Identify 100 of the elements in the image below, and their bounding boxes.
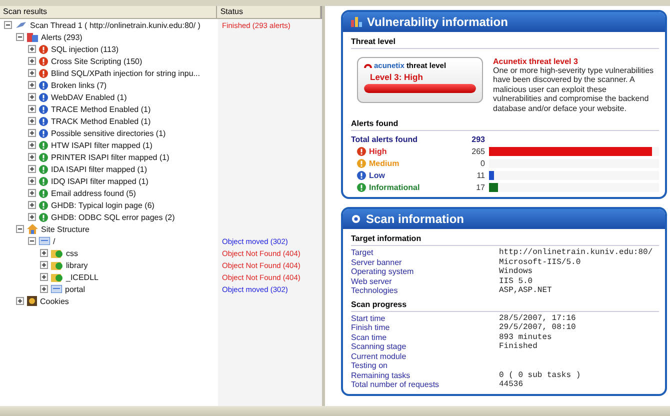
tree-item-label[interactable]: Scan Thread 1 ( http://onlinetrain.kuniv.edu:80/ ): [30, 20, 200, 30]
tree-item-label[interactable]: Site Structure: [41, 224, 90, 234]
expand-icon[interactable]: [28, 105, 36, 113]
expand-icon[interactable]: [28, 93, 36, 101]
tree-item-label[interactable]: GHDB: ODBC SQL error pages (2): [51, 212, 175, 222]
info-value: Microsoft-IIS/5.0: [499, 258, 581, 267]
tree-item-label[interactable]: _ICEDLL: [66, 272, 98, 282]
tree-item-label[interactable]: Blind SQL/XPath injection for string inpu...: [51, 68, 200, 78]
alert-icon: [357, 182, 366, 192]
tree-item-label[interactable]: SQL injection (113): [51, 44, 119, 54]
info-label: Scanning stage: [351, 342, 408, 352]
tree-item-label[interactable]: Cookies: [40, 296, 69, 306]
tree-item-label[interactable]: IDA ISAPI filter mapped (1): [51, 164, 148, 174]
alert-icon: [39, 176, 48, 186]
threat-title: Acunetix threat level 3: [493, 57, 579, 66]
expand-icon[interactable]: [28, 81, 36, 89]
collapse-icon[interactable]: [16, 33, 24, 41]
tree-item-label[interactable]: Cross Site Scripting (150): [51, 56, 142, 66]
alert-icon: [357, 170, 366, 180]
alert-icon: [39, 56, 48, 66]
tree-item-label[interactable]: portal: [65, 284, 86, 294]
tree-item-label[interactable]: Broken links (7): [51, 80, 107, 90]
expand-icon[interactable]: [28, 129, 36, 137]
alert-icon: [39, 200, 48, 210]
alert-icon: [39, 140, 48, 150]
card-title: Vulnerability information: [367, 15, 508, 29]
tree-item-label[interactable]: TRACK Method Enabled (1): [51, 116, 151, 126]
expand-icon[interactable]: [40, 261, 48, 269]
tree-item-label[interactable]: /: [53, 236, 56, 246]
folder-icon: [51, 248, 63, 258]
expand-icon[interactable]: [28, 189, 36, 197]
expand-icon[interactable]: [40, 249, 48, 257]
expand-icon[interactable]: [28, 141, 36, 149]
info-value: 44536: [499, 380, 524, 390]
info-value: 893 minutes: [499, 332, 552, 342]
tree-item-label[interactable]: TRACE Method Enabled (1): [51, 104, 151, 114]
tree-item-label[interactable]: Alerts (293): [41, 32, 82, 42]
alerts-icon: [27, 32, 38, 42]
tree-item-label[interactable]: PRINTER ISAPI filter mapped (1): [51, 152, 170, 162]
info-label: Current module: [351, 352, 408, 361]
expand-icon[interactable]: [28, 201, 36, 209]
folder-icon: [51, 272, 63, 282]
info-label: Server banner: [351, 258, 403, 267]
alert-icon: [39, 188, 48, 198]
info-label: Remaining tasks: [351, 370, 412, 380]
info-label: Target: [351, 248, 374, 258]
threat-description: One or more high-severity type vulnerabilities have been discovered by the scanner. A malicious user can exploit these vulnerabilities and compromise the backend database and/or deface your website.: [493, 66, 655, 114]
tree-item-label[interactable]: css: [66, 248, 78, 258]
column-header[interactable]: Scan results: [0, 6, 218, 18]
info-label: Web server: [351, 276, 393, 286]
info-value: 0 ( 0 sub tasks ): [499, 370, 581, 380]
alert-count: 0: [480, 158, 485, 168]
total-count: 293: [470, 134, 485, 144]
severity-label: High: [369, 146, 387, 156]
info-value: ASP,ASP.NET: [499, 286, 552, 296]
info-label: Technologies: [351, 286, 399, 296]
collapse-icon[interactable]: [28, 237, 36, 245]
alert-icon: [39, 104, 48, 114]
section-title: Alerts found: [351, 117, 659, 132]
collapse-icon[interactable]: [4, 21, 12, 29]
tree-item-label[interactable]: Email address found (5): [51, 188, 136, 198]
info-label: Finish time: [351, 323, 391, 332]
tree-item-label[interactable]: library: [66, 260, 88, 270]
chart-icon: [351, 17, 362, 27]
expand-icon[interactable]: [40, 273, 48, 281]
column-header[interactable]: Status: [217, 6, 321, 18]
info-label: Testing on: [351, 361, 388, 370]
expand-icon[interactable]: [28, 177, 36, 185]
section-title: Scan progress: [351, 298, 659, 312]
severity-label: Informational: [369, 182, 420, 192]
cookies-icon: [27, 296, 37, 306]
collapse-icon[interactable]: [16, 225, 24, 233]
expand-icon[interactable]: [28, 45, 36, 53]
expand-icon[interactable]: [16, 297, 24, 305]
alert-icon: [39, 164, 48, 174]
info-label: Start time: [351, 314, 386, 323]
alert-count: 17: [475, 182, 485, 192]
info-value: IIS 5.0: [499, 276, 533, 286]
expand-icon[interactable]: [28, 153, 36, 161]
card-title: Scan information: [366, 212, 464, 226]
tree-item-label[interactable]: WebDAV Enabled (1): [51, 92, 127, 102]
alert-icon: [39, 68, 48, 78]
severity-label: Medium: [369, 158, 400, 168]
tree-item-label[interactable]: IDQ ISAPI filter mapped (1): [51, 176, 148, 186]
alert-icon: [357, 146, 366, 156]
info-value: Finished: [499, 342, 538, 352]
expand-icon[interactable]: [28, 165, 36, 173]
directory-icon: [51, 285, 62, 293]
expand-icon[interactable]: [28, 57, 36, 65]
expand-icon[interactable]: [40, 285, 48, 293]
expand-icon[interactable]: [28, 213, 36, 221]
alert-icon: [39, 92, 48, 102]
tree-item-label[interactable]: HTW ISAPI filter mapped (1): [51, 140, 152, 150]
tree-item-label[interactable]: GHDB: Typical login page (6): [51, 200, 154, 210]
alert-icon: [357, 158, 366, 168]
expand-icon[interactable]: [28, 117, 36, 125]
tree-item-label[interactable]: Possible sensitive directories (1): [51, 128, 166, 138]
alert-icon: [39, 44, 48, 54]
expand-icon[interactable]: [28, 69, 36, 77]
directory-icon: [39, 237, 50, 245]
